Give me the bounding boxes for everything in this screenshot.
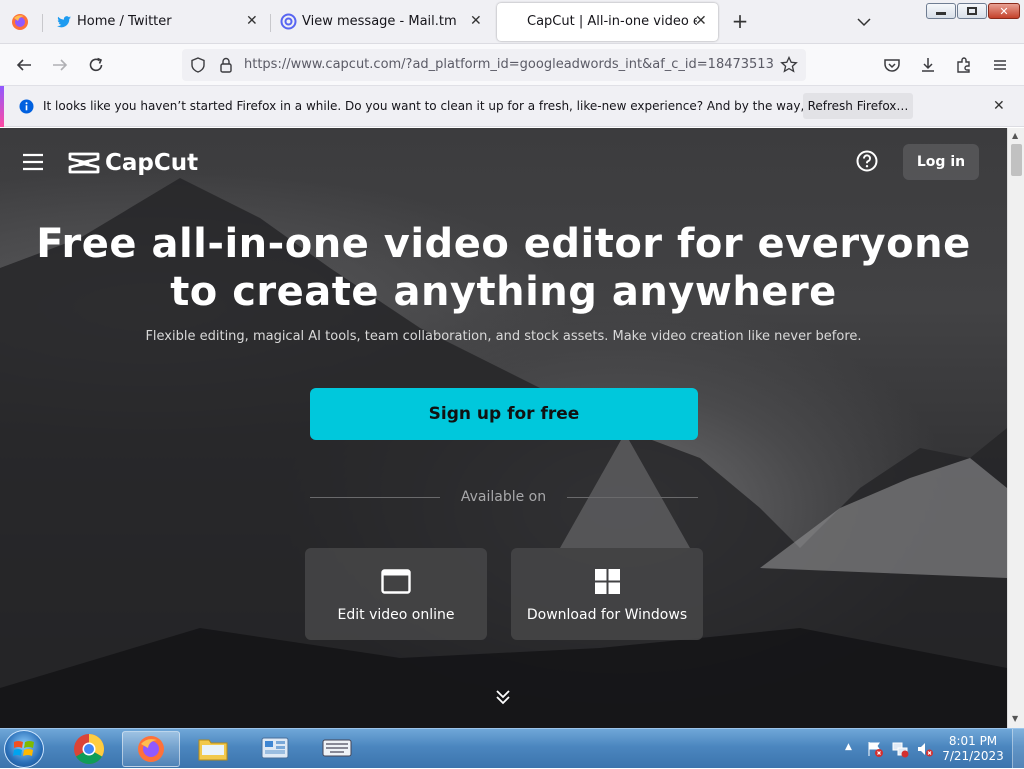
edit-video-online-card[interactable]: Edit video online: [305, 548, 487, 640]
page-scrollbar[interactable]: ▲ ▼: [1007, 128, 1024, 728]
tab-title: View message - Mail.tm: [302, 14, 457, 29]
scroll-up-arrow-icon[interactable]: ▲: [1012, 131, 1018, 140]
close-tab-icon[interactable]: ✕: [470, 13, 482, 29]
close-tab-icon[interactable]: ✕: [695, 13, 707, 29]
capcut-logo-icon: [68, 152, 100, 174]
hamburger-menu-icon[interactable]: [22, 152, 44, 172]
scrollbar-thumb[interactable]: [1011, 144, 1022, 176]
card-label: Download for Windows: [526, 607, 688, 623]
scroll-down-arrow-icon[interactable]: ▼: [1012, 714, 1018, 723]
taskbar-clock[interactable]: 8:01 PM 7/21/2023: [938, 734, 1008, 764]
capcut-page: CapCut Log in Free all-in-one video edit…: [0, 128, 1007, 728]
clock-time: 8:01 PM: [948, 734, 998, 748]
tab-separator: [270, 14, 271, 32]
login-button[interactable]: Log in: [903, 144, 979, 180]
shield-icon[interactable]: [190, 57, 206, 73]
notification-message: It looks like you haven’t started Firefo…: [43, 99, 899, 113]
downloads-icon[interactable]: [916, 53, 940, 77]
network-icon[interactable]: [891, 740, 909, 758]
show-hidden-icons-icon[interactable]: ▲: [845, 742, 852, 752]
chrome-icon: [74, 734, 105, 765]
mail-at-icon: [280, 13, 297, 30]
navigation-toolbar: https://www.capcut.com/?ad_platform_id=g…: [0, 44, 1024, 86]
card-label: Edit video online: [337, 607, 455, 623]
scroll-down-chevron-icon[interactable]: [495, 688, 511, 706]
url-text[interactable]: https://www.capcut.com/?ad_platform_id=g…: [244, 57, 774, 72]
keyboard-icon: [322, 739, 352, 757]
tab-strip: Home / Twitter ✕ View message - Mail.tm …: [0, 0, 1024, 44]
hero-heading: Free all-in-one video editor for everyon…: [0, 220, 1007, 316]
extensions-icon[interactable]: [952, 53, 976, 77]
back-arrow-icon[interactable]: [12, 53, 36, 77]
pocket-icon[interactable]: [880, 53, 904, 77]
reload-icon[interactable]: [84, 53, 108, 77]
download-windows-card[interactable]: Download for Windows: [511, 548, 703, 640]
capcut-logo[interactable]: CapCut: [68, 148, 198, 178]
volume-muted-icon[interactable]: [916, 740, 934, 758]
show-desktop-button[interactable]: [1012, 729, 1024, 769]
clock-date: 7/21/2023: [942, 749, 1004, 763]
url-bar[interactable]: https://www.capcut.com/?ad_platform_id=g…: [182, 49, 806, 81]
firefox-icon: [138, 736, 164, 762]
tab-title: Home / Twitter: [77, 14, 172, 29]
bookmark-star-icon[interactable]: [780, 55, 798, 74]
folder-icon: [198, 739, 228, 761]
hamburger-menu-icon[interactable]: [988, 53, 1012, 77]
close-notification-icon[interactable]: ✕: [993, 98, 1005, 114]
new-tab-button[interactable]: +: [730, 11, 750, 31]
tab-separator: [42, 14, 43, 32]
start-button[interactable]: [4, 730, 44, 768]
forward-arrow-icon[interactable]: [48, 53, 72, 77]
hero-subtitle: Flexible editing, magical AI tools, team…: [145, 329, 862, 344]
control-panel-icon: [261, 737, 289, 759]
taskbar-explorer[interactable]: [184, 731, 242, 767]
firefox-menu-icon[interactable]: [10, 12, 30, 32]
taskbar-on-screen-keyboard[interactable]: [308, 731, 366, 767]
hero-line-2: to create anything anywhere: [170, 269, 837, 315]
hero-line-1: Free all-in-one video editor for everyon…: [36, 221, 971, 267]
taskbar-chrome[interactable]: [60, 731, 118, 767]
tab-title: CapCut | All-in-one video editor: [527, 14, 697, 29]
restore-button[interactable]: [957, 3, 987, 19]
notification-accent: [0, 86, 4, 127]
info-icon: [19, 99, 34, 114]
notification-bar: It looks like you haven’t started Firefo…: [0, 86, 1024, 127]
tab-twitter[interactable]: Home / Twitter ✕: [46, 3, 268, 41]
taskbar-control-panel[interactable]: [246, 731, 304, 767]
help-icon[interactable]: [856, 150, 878, 172]
browser-window-icon: [381, 569, 411, 594]
windows-taskbar: ▲ 8:01 PM 7/21/2023: [0, 728, 1024, 769]
signup-button[interactable]: Sign up for free: [310, 388, 698, 440]
tab-mail[interactable]: View message - Mail.tm ✕: [272, 3, 494, 41]
minimize-button[interactable]: [926, 3, 956, 19]
logo-text: CapCut: [105, 150, 199, 176]
close-window-button[interactable]: ✕: [988, 3, 1020, 19]
refresh-firefox-button[interactable]: Refresh Firefox…: [803, 93, 913, 119]
list-tabs-chevron-icon[interactable]: [855, 13, 873, 31]
action-center-flag-icon[interactable]: [866, 740, 884, 758]
twitter-icon: [56, 14, 72, 30]
divider-right: [567, 497, 698, 498]
tab-capcut[interactable]: CapCut | All-in-one video editor ✕: [497, 3, 718, 41]
close-tab-icon[interactable]: ✕: [246, 13, 258, 29]
lock-icon[interactable]: [218, 56, 234, 74]
windows-logo-icon: [595, 569, 620, 594]
available-on-label: Available on: [460, 489, 547, 505]
taskbar-firefox[interactable]: [122, 731, 180, 767]
windows-flag-icon: [13, 741, 34, 756]
